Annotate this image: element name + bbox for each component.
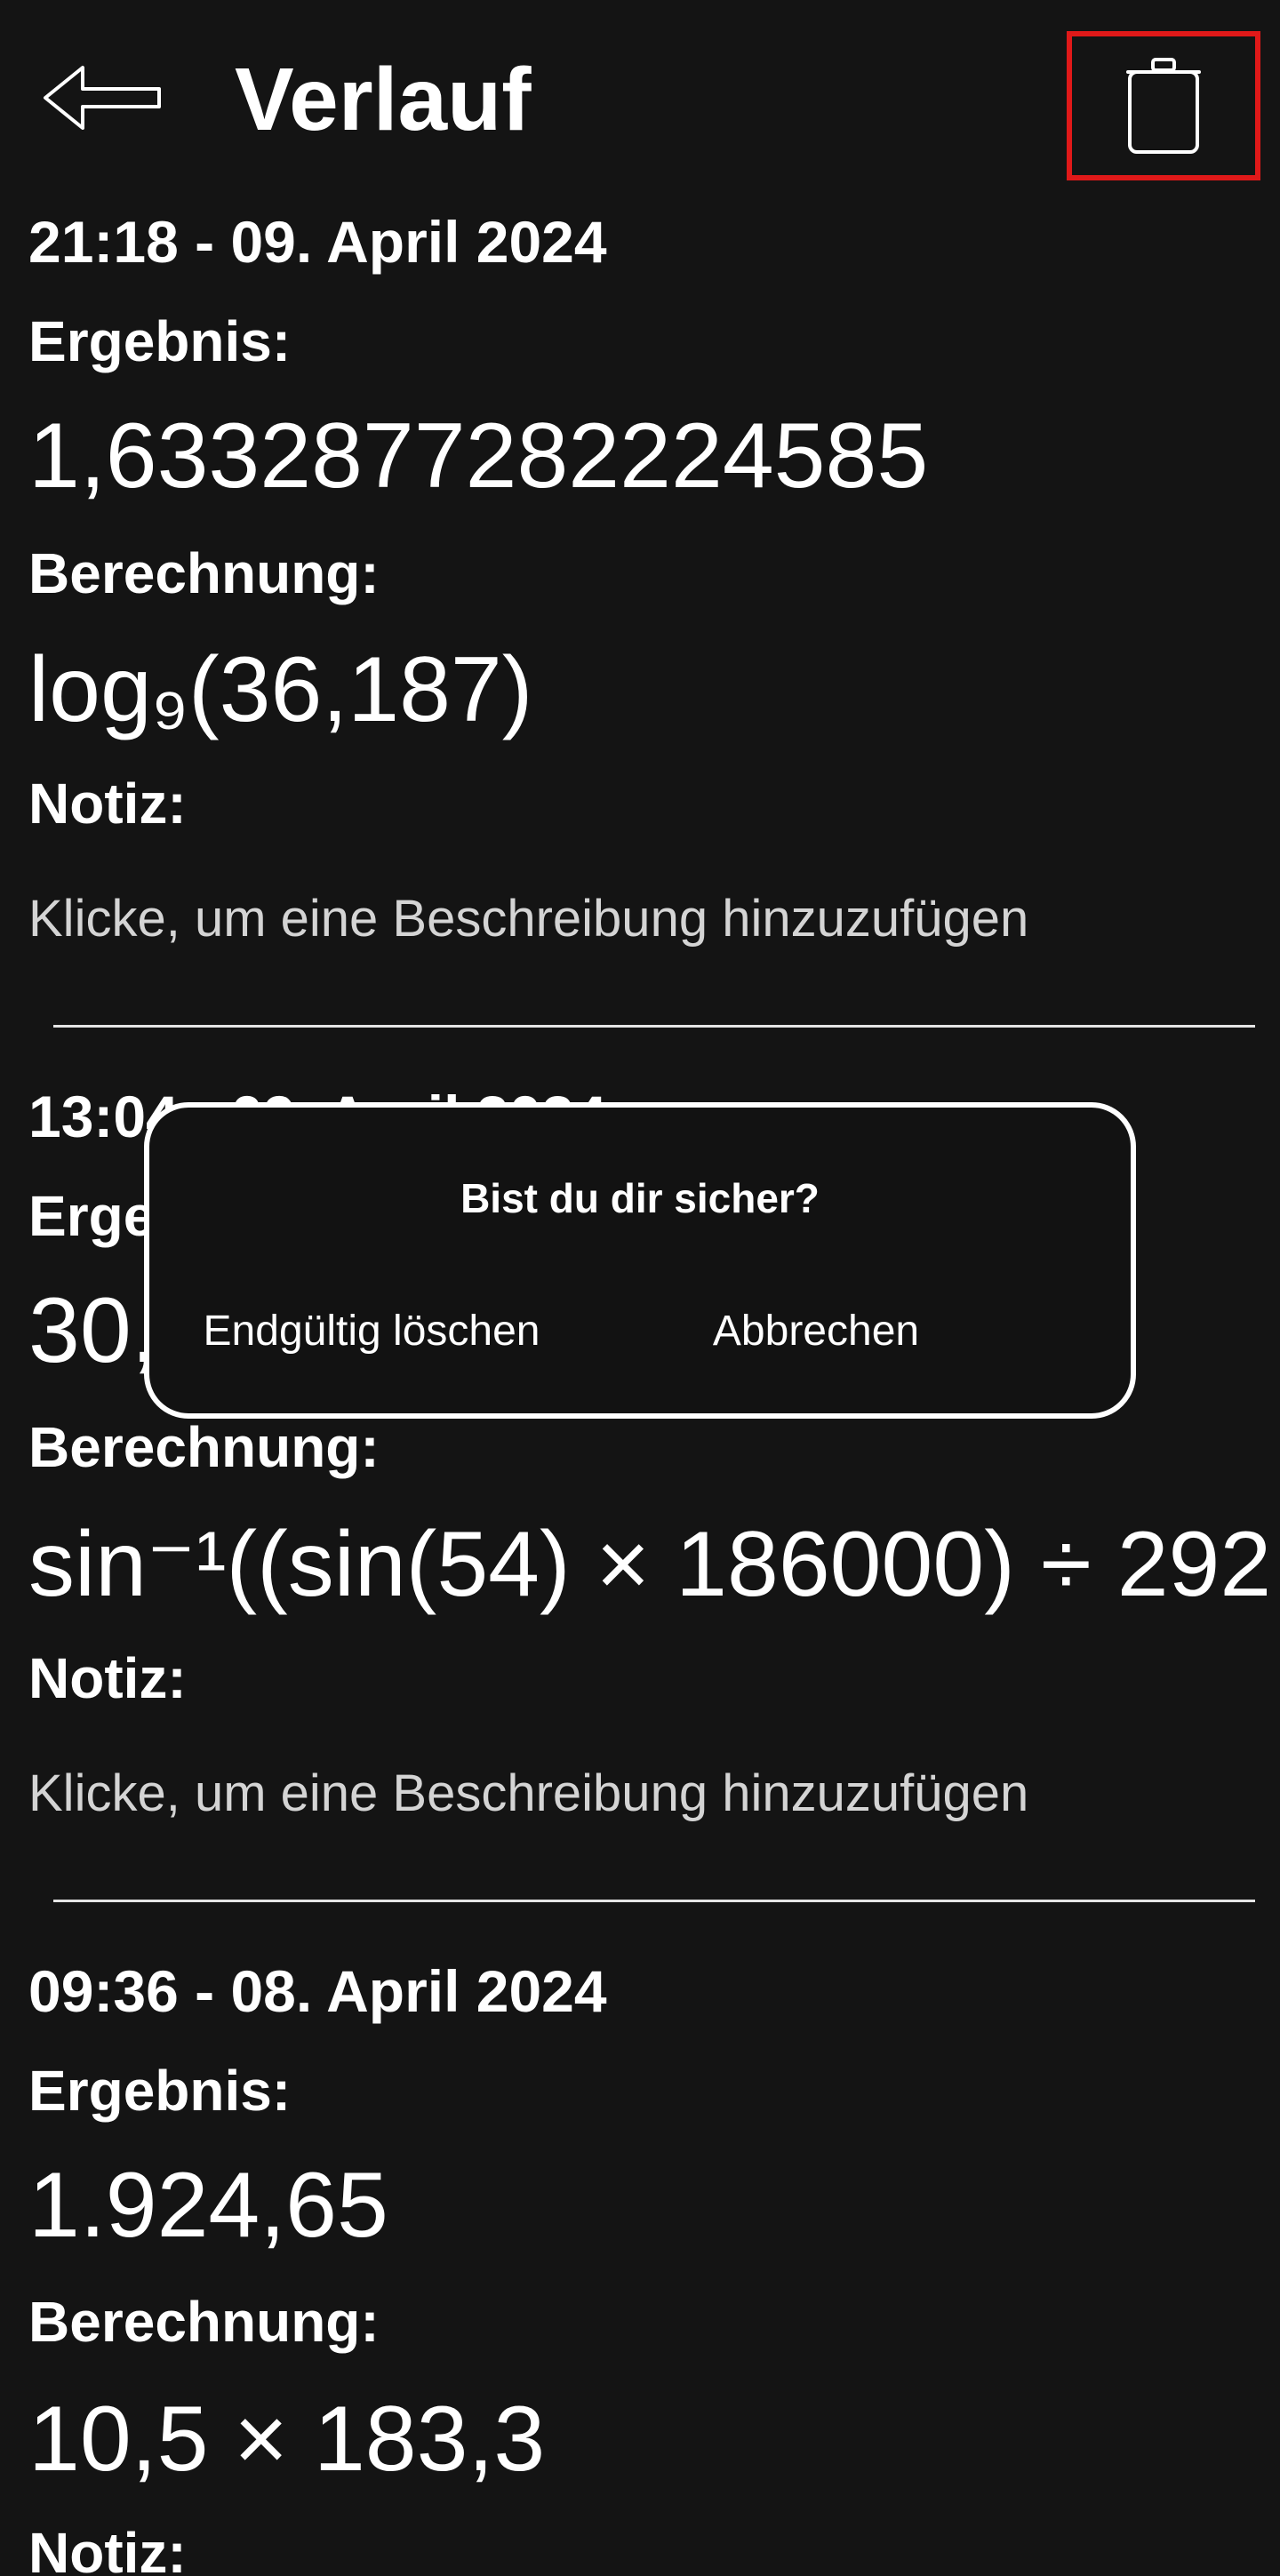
calculation-value: 10,5 × 183,3 xyxy=(28,2388,546,2491)
result-label: Ergebnis: xyxy=(28,309,292,373)
history-screen: Verlauf 21:18 - 09. April 2024 Ergebnis:… xyxy=(0,0,1280,2576)
entry-divider xyxy=(53,1900,1255,1902)
back-button[interactable] xyxy=(36,44,169,151)
calculation-label: Berechnung: xyxy=(28,541,380,605)
cancel-button[interactable]: Abbrechen xyxy=(629,1305,1003,1358)
calculation-label: Berechnung: xyxy=(28,1415,380,1479)
calculation-value: sin⁻¹((sin(54) × 186000) ÷ 292 xyxy=(28,1513,1272,1616)
confirm-delete-dialog: Bist du dir sicher? Endgültig löschen Ab… xyxy=(144,1102,1136,1419)
calculation-value: log₉(36,187) xyxy=(28,638,533,741)
dialog-title: Bist du dir sicher? xyxy=(460,1175,820,1221)
arrow-left-icon xyxy=(44,66,161,130)
note-field[interactable]: Klicke, um eine Beschreibung hinzuzufüge… xyxy=(28,885,1028,953)
page-title: Verlauf xyxy=(235,50,532,149)
note-label: Notiz: xyxy=(28,1646,187,1710)
delete-all-button[interactable] xyxy=(1067,31,1260,180)
result-value: 1,6332877282224585 xyxy=(28,404,929,508)
result-value: 1.924,65 xyxy=(28,2154,388,2257)
confirm-delete-button[interactable]: Endgültig löschen xyxy=(185,1305,558,1358)
top-app-bar: Verlauf xyxy=(0,0,1280,196)
note-label: Notiz: xyxy=(28,772,187,836)
result-value: 30, xyxy=(28,1279,157,1382)
result-label: Ergebnis: xyxy=(28,2059,292,2123)
calculation-label: Berechnung: xyxy=(28,2290,380,2354)
trash-icon xyxy=(1126,58,1201,154)
note-field[interactable]: Klicke, um eine Beschreibung hinzuzufüge… xyxy=(28,1760,1028,1828)
note-label: Notiz: xyxy=(28,2521,187,2576)
entry-divider xyxy=(53,1025,1255,1028)
entry-timestamp: 21:18 - 09. April 2024 xyxy=(28,209,607,275)
entry-timestamp: 09:36 - 08. April 2024 xyxy=(28,1958,607,2024)
